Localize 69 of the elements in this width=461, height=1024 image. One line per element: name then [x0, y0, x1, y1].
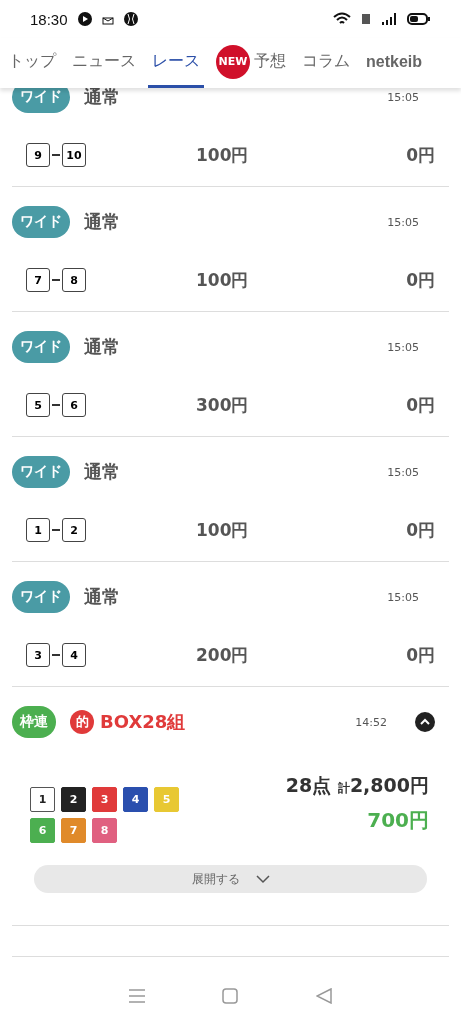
bet-name: 通常 [84, 585, 120, 609]
clock: 18:30 [30, 10, 68, 28]
bet-name: 通常 [84, 335, 120, 359]
payout-amount: 0円 [406, 518, 435, 542]
chevron-down-icon [255, 874, 270, 884]
horse-number: 1 [26, 518, 50, 542]
bet-time: 15:05 [387, 90, 419, 104]
bet-type-badge: 枠連 [12, 706, 56, 738]
bet-time: 15:05 [387, 340, 419, 354]
frame-number: 2 [61, 787, 86, 812]
nav-tab[interactable]: NEW 予想 [212, 38, 290, 88]
bet-total: 28点 計2,800円 [285, 773, 429, 798]
battery-icon [407, 12, 431, 26]
payout-amount: 0円 [406, 143, 435, 167]
new-badge: NEW [216, 44, 250, 79]
bet-amount: 100円 [196, 518, 249, 542]
payout-amount: 0円 [406, 643, 435, 667]
bet-name: 通常 [84, 460, 120, 484]
signal-icon [381, 12, 397, 26]
nav-tab[interactable]: レース [148, 38, 204, 88]
payout-amount: 0円 [406, 393, 435, 417]
horse-number: 10 [62, 143, 86, 167]
bet-time: 15:05 [387, 465, 419, 479]
bet-amount: 200円 [196, 643, 249, 667]
ball-icon [123, 12, 138, 26]
frame-number: 1 [30, 787, 55, 812]
horse-number: 4 [62, 643, 86, 667]
expand-button[interactable]: 展開する [34, 865, 427, 893]
frame-number: 4 [123, 787, 148, 812]
bet-type-badge: ワイド [12, 581, 70, 613]
frame-number: 5 [154, 787, 179, 812]
bet-time: 15:05 [387, 215, 419, 229]
collapse-toggle[interactable] [415, 712, 435, 732]
bet-type-badge: ワイド [12, 331, 70, 363]
payout-amount: 700円 [367, 807, 429, 834]
horse-number: 5 [26, 393, 50, 417]
horse-number: 8 [62, 268, 86, 292]
menu-icon[interactable] [128, 988, 145, 1004]
bet-type-badge: ワイド [12, 456, 70, 488]
frame-number: 3 [92, 787, 117, 812]
bet-time: 14:52 [355, 715, 387, 729]
bet-amount: 300円 [196, 393, 249, 417]
bet-amount: 100円 [196, 268, 249, 292]
bet-type-badge: ワイド [12, 88, 70, 113]
frame-number: 7 [61, 818, 86, 843]
frame-number: 6 [30, 818, 55, 843]
horse-number: 7 [26, 268, 50, 292]
nav-tab[interactable]: コラム [298, 38, 354, 88]
home-icon[interactable] [222, 988, 239, 1004]
bet-name: 通常 [84, 88, 120, 109]
nav-tab[interactable]: ニュース [68, 38, 140, 88]
wifi-icon [333, 12, 351, 26]
back-icon[interactable] [316, 988, 333, 1004]
nav-tab[interactable]: トップ [4, 38, 60, 88]
play-icon [77, 12, 92, 26]
chevron-up-icon [420, 718, 430, 726]
horse-number: 6 [62, 393, 86, 417]
bet-name: BOX28組 [100, 710, 186, 734]
bet-time: 15:05 [387, 590, 419, 604]
frame-number: 8 [92, 818, 117, 843]
hit-badge: 的 [70, 710, 94, 734]
payout-amount: 0円 [406, 268, 435, 292]
horse-number: 3 [26, 643, 50, 667]
bet-amount: 100円 [196, 143, 249, 167]
horse-number: 2 [62, 518, 86, 542]
bet-type-badge: ワイド [12, 206, 70, 238]
horse-number: 9 [26, 143, 50, 167]
nav-tab[interactable]: netkeib [362, 38, 426, 88]
bet-name: 通常 [84, 210, 120, 234]
